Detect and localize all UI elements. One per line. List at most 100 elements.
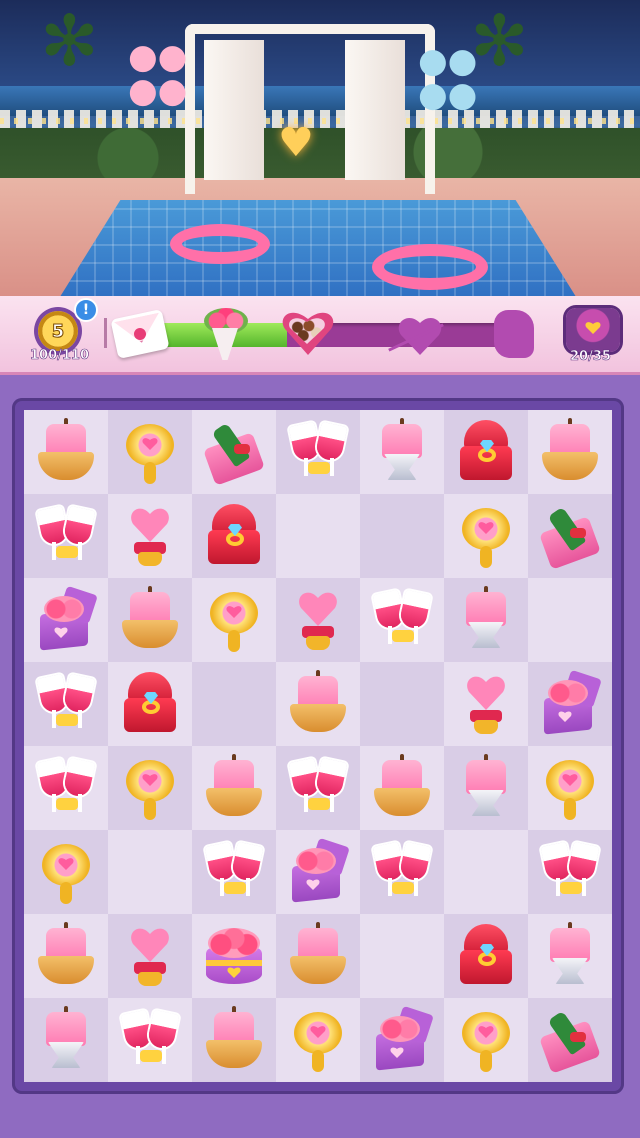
board-cell[interactable]	[276, 494, 360, 578]
glasses-icon[interactable]	[36, 670, 96, 738]
board-cell[interactable]	[444, 578, 528, 662]
board-cell[interactable]	[108, 662, 192, 746]
board-cell[interactable]	[276, 830, 360, 914]
ring-box-icon[interactable]	[204, 502, 264, 570]
board-cell[interactable]	[108, 494, 192, 578]
board-cell[interactable]	[528, 662, 612, 746]
cake-cup-icon[interactable]	[456, 586, 516, 654]
board-cell[interactable]	[24, 578, 108, 662]
board-cell[interactable]	[276, 998, 360, 1082]
board-cell[interactable]	[444, 410, 528, 494]
rose-box-icon[interactable]	[540, 669, 602, 738]
mirror-icon[interactable]	[36, 838, 96, 906]
cake-cup-icon[interactable]	[36, 1006, 96, 1074]
board-cell[interactable]	[444, 914, 528, 998]
alert-icon[interactable]: !	[74, 298, 98, 322]
board-cell[interactable]	[24, 494, 108, 578]
cake-icon[interactable]	[288, 670, 348, 738]
board-cell[interactable]	[360, 494, 444, 578]
board-cell[interactable]	[276, 746, 360, 830]
board-cell[interactable]	[528, 998, 612, 1082]
board-cell[interactable]	[108, 914, 192, 998]
board-cell[interactable]	[444, 746, 528, 830]
board-cell[interactable]	[24, 998, 108, 1082]
board-cell[interactable]	[108, 578, 192, 662]
mirror-icon[interactable]	[456, 502, 516, 570]
mirror-icon[interactable]	[456, 1006, 516, 1074]
board-cell[interactable]	[24, 914, 108, 998]
board-cell[interactable]	[444, 662, 528, 746]
board-cell[interactable]	[192, 998, 276, 1082]
mirror-icon[interactable]	[204, 586, 264, 654]
board-cell[interactable]	[276, 578, 360, 662]
cake-icon[interactable]	[36, 418, 96, 486]
board-cell[interactable]	[360, 998, 444, 1082]
board-cell[interactable]	[192, 494, 276, 578]
glasses-icon[interactable]	[372, 838, 432, 906]
board-cell[interactable]	[360, 830, 444, 914]
board-cell[interactable]	[528, 914, 612, 998]
board-cell[interactable]	[192, 410, 276, 494]
glasses-icon[interactable]	[204, 838, 264, 906]
glasses-icon[interactable]	[36, 502, 96, 570]
board-cell[interactable]	[192, 914, 276, 998]
cake-icon[interactable]	[204, 1006, 264, 1074]
cake-icon[interactable]	[540, 418, 600, 486]
board-cell[interactable]	[24, 830, 108, 914]
rose-box-icon[interactable]	[288, 837, 350, 906]
heart-arrow-milestone-icon[interactable]	[386, 312, 446, 358]
board-cell[interactable]	[444, 830, 528, 914]
glasses-icon[interactable]	[372, 586, 432, 654]
heart-stand-icon[interactable]	[120, 922, 180, 990]
board-cell[interactable]	[360, 914, 444, 998]
rose-bouquet-milestone-icon[interactable]	[202, 306, 250, 362]
ring-box-icon[interactable]	[120, 670, 180, 738]
board-cell[interactable]	[276, 914, 360, 998]
ring-box-icon[interactable]	[456, 922, 516, 990]
board-cell[interactable]	[360, 578, 444, 662]
board-cell[interactable]	[528, 410, 612, 494]
mirror-icon[interactable]	[120, 418, 180, 486]
board-cell[interactable]	[108, 830, 192, 914]
wine-box-icon[interactable]	[539, 502, 601, 570]
board-cell[interactable]	[528, 578, 612, 662]
cake-icon[interactable]	[36, 922, 96, 990]
board-cell[interactable]	[528, 830, 612, 914]
board-cell[interactable]	[360, 410, 444, 494]
glasses-icon[interactable]	[288, 418, 348, 486]
wine-box-icon[interactable]	[203, 418, 265, 486]
cake-cup-icon[interactable]	[456, 754, 516, 822]
locked-reward-milestone-icon[interactable]	[494, 310, 534, 358]
board-cell[interactable]	[24, 746, 108, 830]
wine-box-icon[interactable]	[539, 1006, 601, 1074]
heart-stand-icon[interactable]	[288, 586, 348, 654]
rose-box-icon[interactable]	[372, 1005, 434, 1074]
chocolate-box-milestone-icon[interactable]	[280, 308, 336, 358]
board-cell[interactable]	[24, 410, 108, 494]
board-cell[interactable]	[108, 998, 192, 1082]
board-cell[interactable]	[108, 410, 192, 494]
ring-box-icon[interactable]	[456, 418, 516, 486]
cake-icon[interactable]	[204, 754, 264, 822]
heart-stand-icon[interactable]	[120, 502, 180, 570]
mirror-icon[interactable]	[120, 754, 180, 822]
board-cell[interactable]	[528, 494, 612, 578]
board-cell[interactable]	[528, 746, 612, 830]
heart-stand-icon[interactable]	[456, 670, 516, 738]
glasses-icon[interactable]	[36, 754, 96, 822]
glasses-icon[interactable]	[120, 1006, 180, 1074]
cake-icon[interactable]	[120, 586, 180, 654]
glasses-icon[interactable]	[540, 838, 600, 906]
board-cell[interactable]	[276, 410, 360, 494]
rose-box-icon[interactable]	[36, 585, 98, 654]
board-cell[interactable]	[24, 662, 108, 746]
cake-icon[interactable]	[372, 754, 432, 822]
cake-cup-icon[interactable]	[372, 418, 432, 486]
board-cell[interactable]	[108, 746, 192, 830]
board-cell[interactable]	[444, 998, 528, 1082]
glasses-icon[interactable]	[288, 754, 348, 822]
board-cell[interactable]	[360, 662, 444, 746]
mirror-icon[interactable]	[540, 754, 600, 822]
board-cell[interactable]	[192, 830, 276, 914]
level-badge[interactable]: 5	[38, 311, 78, 351]
